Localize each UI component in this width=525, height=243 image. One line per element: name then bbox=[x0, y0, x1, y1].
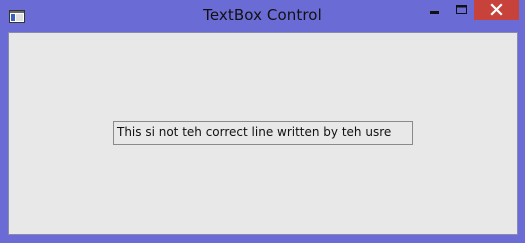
title-bar[interactable]: TextBox Control bbox=[0, 0, 525, 32]
minimize-button[interactable] bbox=[421, 0, 448, 20]
maximize-icon bbox=[456, 5, 467, 14]
maximize-button[interactable] bbox=[448, 0, 474, 20]
close-icon bbox=[490, 3, 503, 16]
minimize-icon bbox=[430, 11, 439, 14]
close-button[interactable] bbox=[474, 0, 519, 20]
application-window: TextBox Control This si not teh correct … bbox=[0, 0, 525, 243]
client-area: This si not teh correct line written by … bbox=[8, 32, 518, 235]
text-input[interactable]: This si not teh correct line written by … bbox=[113, 121, 413, 145]
